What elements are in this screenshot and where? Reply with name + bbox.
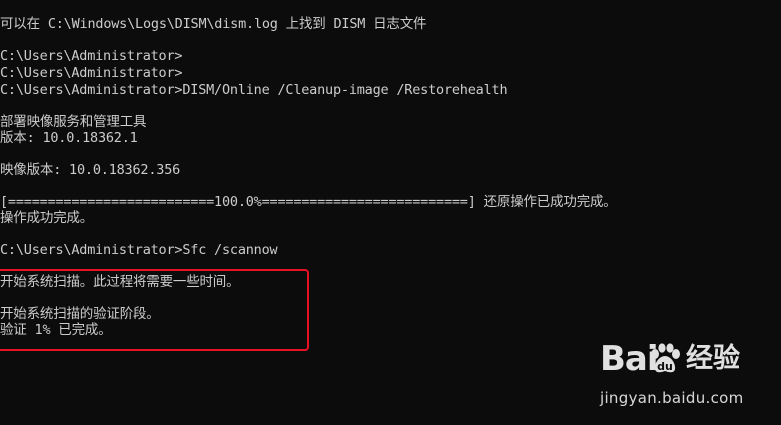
console-tool-name: 部署映像服务和管理工具 [0,114,147,130]
console-tool-version: 版本: 10.0.18362.1 [0,130,138,146]
console-image-version: 映像版本: 10.0.18362.356 [0,162,181,178]
paw-icon: du [651,343,680,373]
red-highlight-box [0,269,309,351]
baidu-jingyan-watermark: Bai du 经验 jingyan.baidu.com [598,337,768,413]
console-prompt-line: C:\Users\Administrator> [0,48,183,64]
console-prompt-line: C:\Users\Administrator> [0,65,183,81]
console-command-sfc: C:\Users\Administrator>Sfc /scannow [0,242,278,258]
console-line-log-location: 可以在 C:\Windows\Logs\DISM\dism.log 上找到 DI… [0,16,427,32]
console-line-cut-off: ------- ------- --- --- -- ------ -- -- … [0,0,389,7]
console-operation-complete: 操作成功完成。 [0,210,94,226]
console-command-dism: C:\Users\Administrator>DISM/Online /Clea… [0,82,508,98]
watermark-url: jingyan.baidu.com [600,389,744,407]
svg-text:du: du [657,360,673,373]
console-progress-bar: [==========================100.0%=======… [0,194,617,210]
console-window[interactable]: ------- ------- --- --- -- ------ -- -- … [0,0,781,425]
watermark-logo: Bai du 经验 [598,337,768,377]
watermark-brand-cn: 经验 [686,343,740,374]
